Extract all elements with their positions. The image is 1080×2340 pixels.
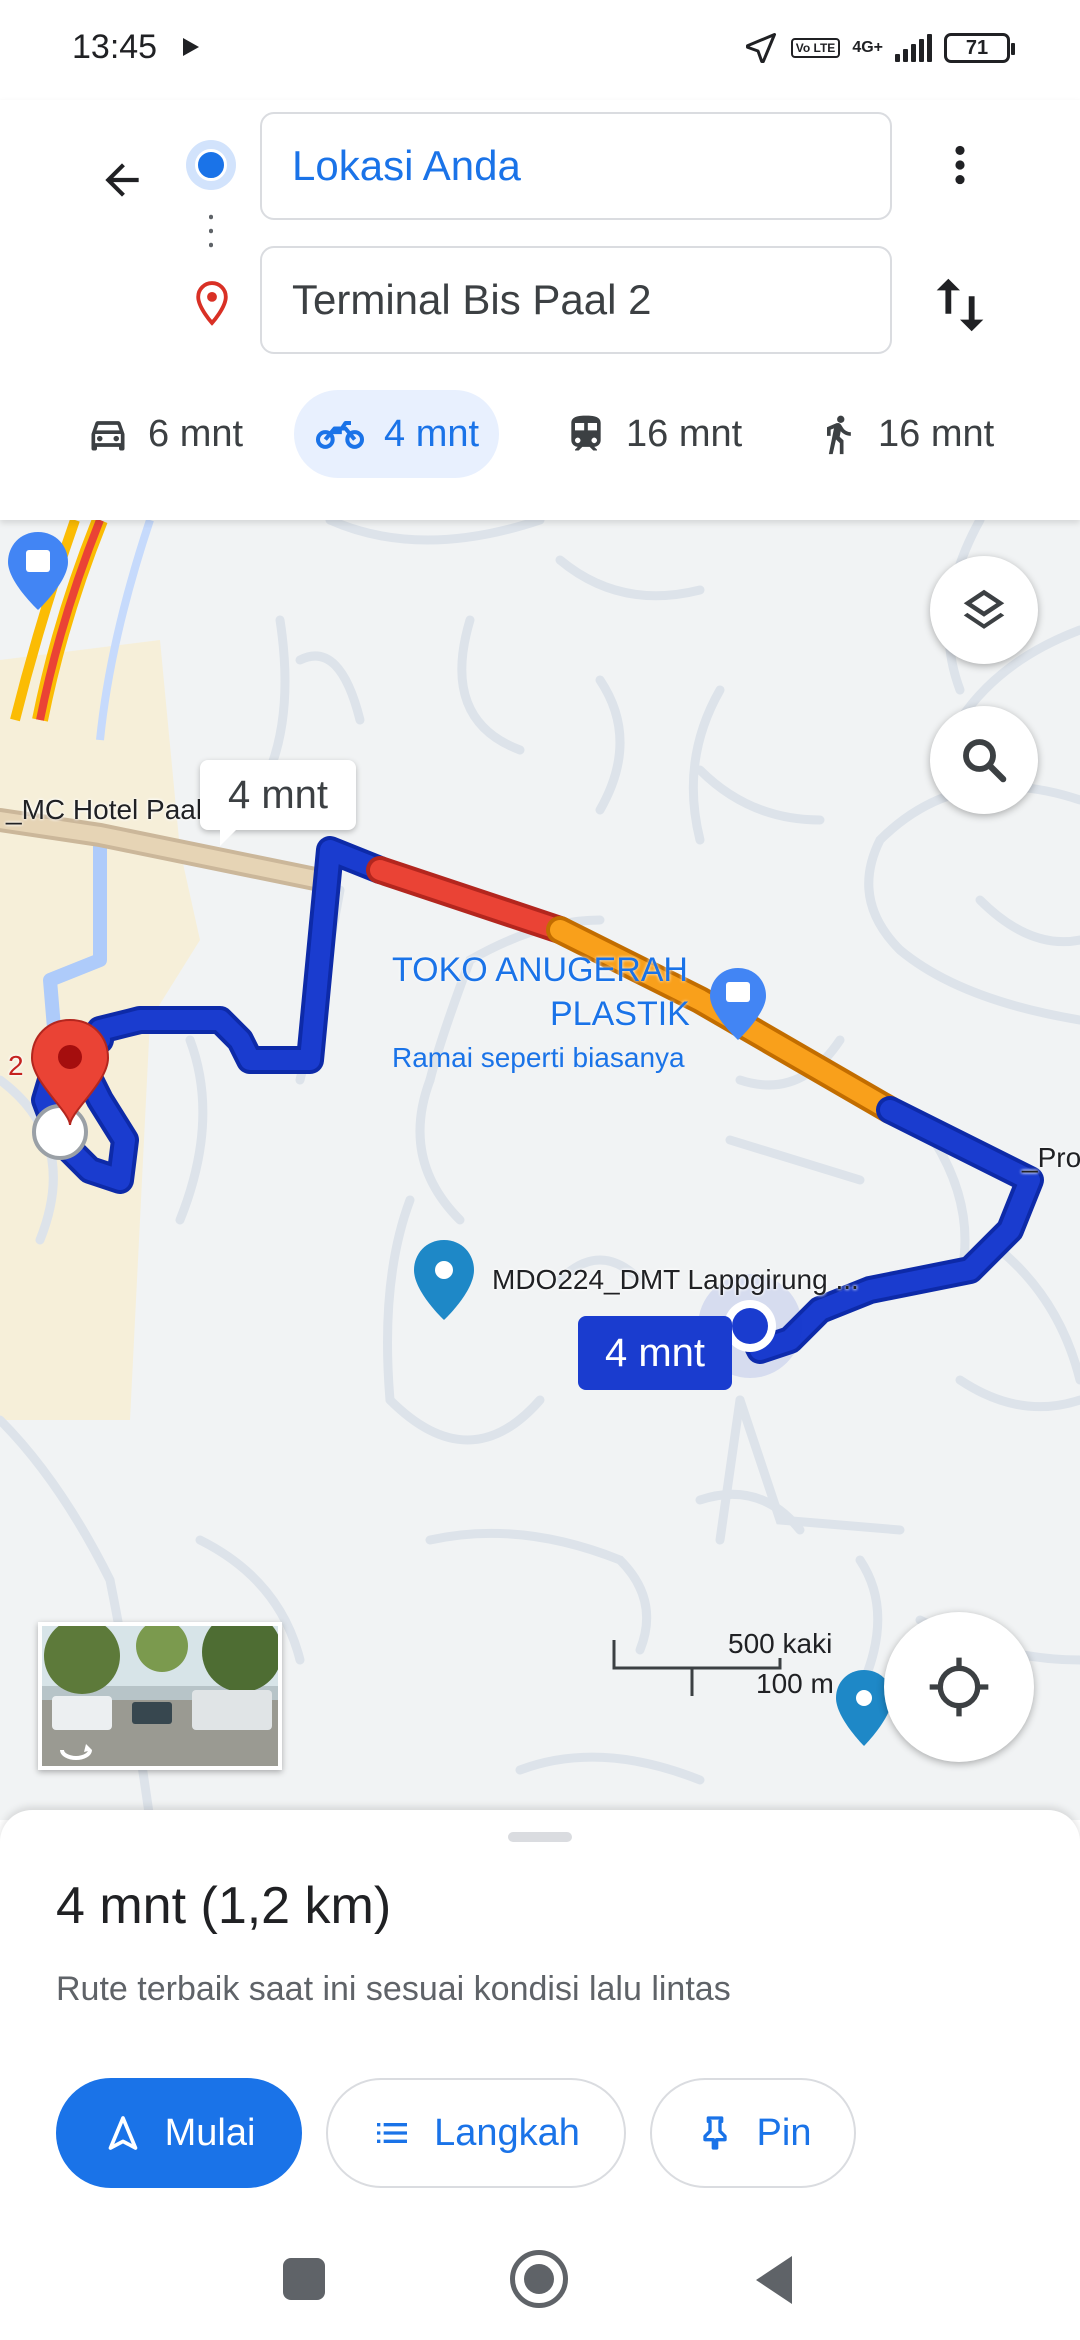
location-arrow-icon [745, 33, 776, 63]
media-play-icon [183, 38, 199, 56]
route-summary: 4 mnt (1,2 km) [56, 1877, 392, 1935]
transit-icon [571, 415, 601, 451]
recent-apps-button[interactable] [283, 2258, 325, 2300]
status-bar: 13:45 Vo LTE 4G+ 71 [0, 0, 1080, 100]
destination-field[interactable]: Terminal Bis Paal 2 [260, 246, 892, 354]
steps-label: Langkah [434, 2111, 580, 2154]
list-icon [377, 2123, 408, 2143]
poi-status: Ramai seperti biasanya [392, 1042, 685, 1073]
my-location-button[interactable] [884, 1612, 1034, 1762]
volte-icon: Vo LTE [790, 38, 841, 58]
home-button[interactable] [510, 2250, 568, 2308]
layers-button[interactable] [930, 556, 1038, 664]
map-view[interactable]: _MC Hotel Paal 2 _Pro 4 mnt TOKO ANUGERA… [0, 520, 1080, 1820]
layers-icon [963, 589, 1005, 629]
back-button[interactable] [82, 140, 162, 220]
mode-car[interactable]: 6 mnt [66, 390, 263, 478]
hotel-label: _MC Hotel Paal [6, 794, 203, 825]
destination-pin-icon [196, 281, 228, 326]
battery-level: 71 [965, 36, 989, 59]
pushpin-icon [702, 2116, 727, 2150]
status-time: 13:45 [72, 28, 158, 66]
origin-text: Lokasi Anda [292, 142, 521, 189]
car-icon [91, 421, 125, 451]
route-connector [209, 210, 213, 256]
destination-text: Terminal Bis Paal 2 [292, 276, 652, 323]
mode-transit[interactable]: 16 mnt [544, 390, 762, 478]
edge-label-right: _Pro [1022, 1142, 1080, 1173]
status-icons: Vo LTE 4G+ 71 [743, 26, 1015, 70]
motorcycle-icon [315, 420, 365, 449]
start-button[interactable]: Mulai [56, 2078, 302, 2188]
start-label: Mulai [164, 2111, 256, 2154]
scale-metric: 100 m [756, 1668, 834, 1699]
battery-icon: 71 [944, 33, 1015, 63]
mode-motorcycle-time: 4 mnt [384, 412, 480, 455]
mode-walk-time: 16 mnt [878, 412, 995, 455]
main-route-time[interactable]: 4 mnt [578, 1316, 732, 1390]
alt-route-time[interactable]: 4 mnt [200, 760, 356, 846]
system-nav-bar [0, 2200, 1080, 2340]
swap-icon[interactable] [925, 270, 995, 340]
mode-walk[interactable]: 16 mnt [796, 390, 1014, 478]
travel-modes: 6 mnt 4 mnt 16 mnt 16 mnt [0, 390, 1080, 480]
alt-route-time-text: 4 mnt [227, 772, 329, 817]
mode-car-time: 6 mnt [148, 412, 244, 455]
signal-icon [895, 34, 932, 62]
pin-label: Pin [756, 2111, 812, 2154]
street-view-thumbnail[interactable] [38, 1622, 282, 1770]
scale-imperial: 500 kaki [728, 1628, 833, 1659]
mode-motorcycle[interactable]: 4 mnt [294, 390, 500, 478]
search-icon [963, 739, 1007, 783]
navigation-arrow-icon [108, 2116, 137, 2150]
origin-dot-icon [186, 140, 236, 190]
sheet-handle[interactable] [508, 1832, 572, 1842]
walk-icon [827, 415, 851, 455]
more-options-icon[interactable] [935, 140, 985, 190]
network-type: 4G+ [852, 39, 883, 56]
steps-button[interactable]: Langkah [326, 2078, 626, 2188]
street-view-image [42, 1626, 278, 1766]
map-scale: 500 kaki 100 m [612, 1626, 872, 1706]
directions-header: Lokasi Anda Terminal Bis Paal 2 6 mnt 4 … [0, 100, 1080, 520]
place-label[interactable]: MDO224_DMT Lappgirung ... [492, 1264, 859, 1296]
route-subtitle: Rute terbaik saat ini sesuai kondisi lal… [56, 1970, 731, 2008]
system-back-button[interactable] [756, 2256, 792, 2304]
poi-name-line2[interactable]: PLASTIK [550, 992, 690, 1036]
poi-name-line1[interactable]: TOKO ANUGERAH [392, 948, 688, 992]
back-arrow-icon [105, 163, 139, 197]
crosshair-icon [929, 1657, 989, 1717]
pin-button[interactable]: Pin [650, 2078, 856, 2188]
main-route-time-text: 4 mnt [604, 1330, 706, 1375]
origin-field[interactable]: Lokasi Anda [260, 112, 892, 220]
mode-transit-time: 16 mnt [626, 412, 743, 455]
edge-label-left: 2 [8, 1050, 24, 1081]
search-button[interactable] [930, 706, 1038, 814]
